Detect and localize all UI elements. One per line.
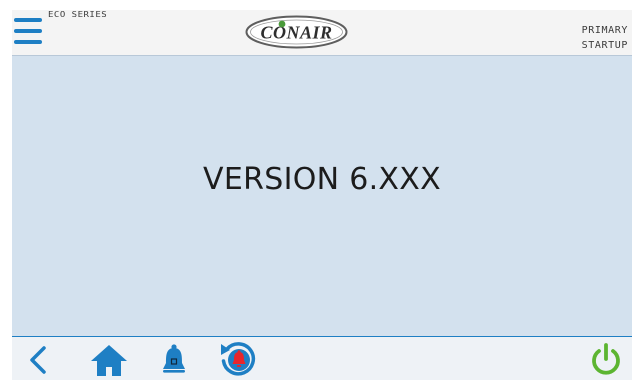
logo-text: CONAIR xyxy=(260,23,332,43)
screen: ECO SERIES CONAIR PRIMARY STARTUP VERSIO… xyxy=(0,0,639,380)
alarm-button[interactable] xyxy=(159,342,189,378)
home-button[interactable] xyxy=(89,342,129,378)
alarm-history-button[interactable] xyxy=(218,342,258,378)
alarm-history-icon xyxy=(221,342,256,376)
footer-nav xyxy=(12,336,632,380)
hamburger-menu-icon xyxy=(14,18,42,44)
back-button[interactable] xyxy=(26,342,50,378)
chevron-left-icon xyxy=(30,346,46,374)
menu-button[interactable] xyxy=(12,13,46,49)
main-panel: VERSION 6.XXX xyxy=(12,56,632,336)
version-text: VERSION 6.XXX xyxy=(203,162,441,197)
bell-icon xyxy=(163,344,185,373)
conair-logo: CONAIR xyxy=(245,15,348,49)
power-icon xyxy=(592,343,620,375)
operation-mode: PRIMARY STARTUP xyxy=(582,23,628,53)
mode-line-2: STARTUP xyxy=(581,40,628,51)
home-icon xyxy=(91,345,127,376)
header-bar: ECO SERIES CONAIR PRIMARY STARTUP xyxy=(12,10,632,56)
mode-line-1: PRIMARY xyxy=(581,25,628,36)
power-button[interactable] xyxy=(588,342,624,378)
series-label: ECO SERIES xyxy=(48,11,108,20)
